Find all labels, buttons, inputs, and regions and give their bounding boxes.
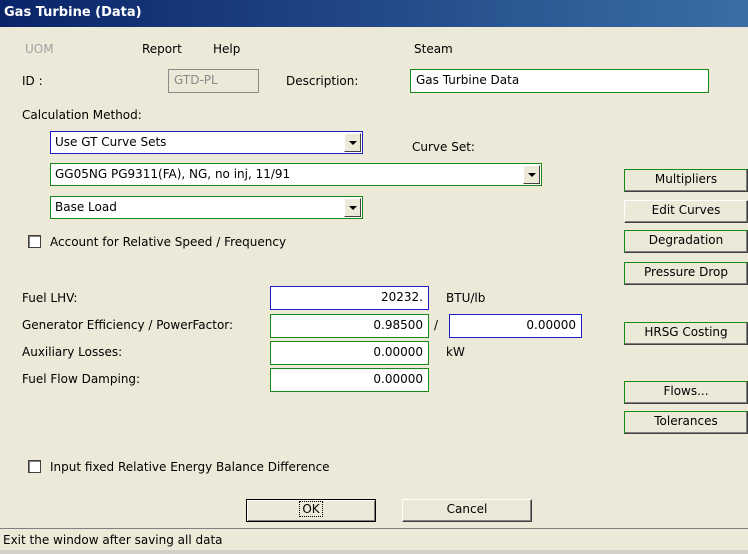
menu-steam[interactable]: Steam xyxy=(414,42,453,56)
calculation-method-select[interactable]: Use GT Curve Sets xyxy=(50,131,363,154)
status-text: Exit the window after saving all data xyxy=(3,533,223,547)
status-bar: Exit the window after saving all data xyxy=(0,528,748,550)
generator-efficiency-field[interactable]: 0.98500 xyxy=(270,314,429,338)
auxiliary-losses-label: Auxiliary Losses: xyxy=(22,345,123,359)
energy-balance-label: Input fixed Relative Energy Balance Diff… xyxy=(50,460,330,474)
fuel-flow-damping-field[interactable]: 0.00000 xyxy=(270,368,429,392)
edit-curves-button[interactable]: Edit Curves xyxy=(624,200,748,223)
auxiliary-losses-unit: kW xyxy=(446,345,465,359)
fuel-lhv-field[interactable]: 20232. xyxy=(270,286,429,310)
cancel-button[interactable]: Cancel xyxy=(402,499,532,522)
load-value: Base Load xyxy=(55,200,117,214)
id-label: ID : xyxy=(22,74,43,88)
flows-button[interactable]: Flows... xyxy=(624,381,748,404)
energy-balance-checkbox[interactable] xyxy=(28,460,41,473)
auxiliary-losses-field[interactable]: 0.00000 xyxy=(270,341,429,365)
curve-set-label: Curve Set: xyxy=(412,140,475,154)
gas-turbine-window: Gas Turbine (Data) UOM Report Help Steam… xyxy=(0,0,748,554)
description-label: Description: xyxy=(286,74,359,88)
menu-uom[interactable]: UOM xyxy=(25,42,54,56)
load-select[interactable]: Base Load xyxy=(50,196,363,219)
id-field: GTD-PL xyxy=(168,69,259,93)
hrsg-costing-button[interactable]: HRSG Costing xyxy=(624,322,748,345)
calculation-method-label: Calculation Method: xyxy=(22,108,142,122)
menu-report[interactable]: Report xyxy=(142,42,182,56)
efficiency-separator: / xyxy=(434,318,439,332)
fuel-lhv-unit: BTU/lb xyxy=(446,291,486,305)
calculation-method-value: Use GT Curve Sets xyxy=(55,135,167,149)
window-title: Gas Turbine (Data) xyxy=(4,5,142,20)
fuel-lhv-label: Fuel LHV: xyxy=(22,291,78,305)
power-factor-field[interactable]: 0.00000 xyxy=(449,314,582,338)
description-field[interactable]: Gas Turbine Data xyxy=(410,69,709,93)
chevron-down-icon[interactable] xyxy=(344,198,361,217)
fuel-flow-damping-label: Fuel Flow Damping: xyxy=(22,372,141,386)
chevron-down-icon[interactable] xyxy=(523,165,540,184)
curve-set-select[interactable]: GG05NG PG9311(FA), NG, no inj, 11/91 xyxy=(50,163,542,186)
ok-button-label: OK xyxy=(299,501,323,517)
title-bar[interactable]: Gas Turbine (Data) xyxy=(0,0,748,27)
relative-speed-label: Account for Relative Speed / Frequency xyxy=(50,235,287,249)
relative-speed-checkbox[interactable] xyxy=(28,235,41,248)
degradation-button[interactable]: Degradation xyxy=(624,230,748,253)
ok-button[interactable]: OK xyxy=(246,499,376,522)
generator-efficiency-label: Generator Efficiency / PowerFactor: xyxy=(22,318,234,332)
window-bottom-edge xyxy=(0,550,748,554)
pressure-drop-button[interactable]: Pressure Drop xyxy=(624,262,748,285)
chevron-down-icon[interactable] xyxy=(344,133,361,152)
menu-help[interactable]: Help xyxy=(213,42,240,56)
tolerances-button[interactable]: Tolerances xyxy=(624,411,748,434)
multipliers-button[interactable]: Multipliers xyxy=(624,169,748,192)
curve-set-value: GG05NG PG9311(FA), NG, no inj, 11/91 xyxy=(55,167,291,181)
